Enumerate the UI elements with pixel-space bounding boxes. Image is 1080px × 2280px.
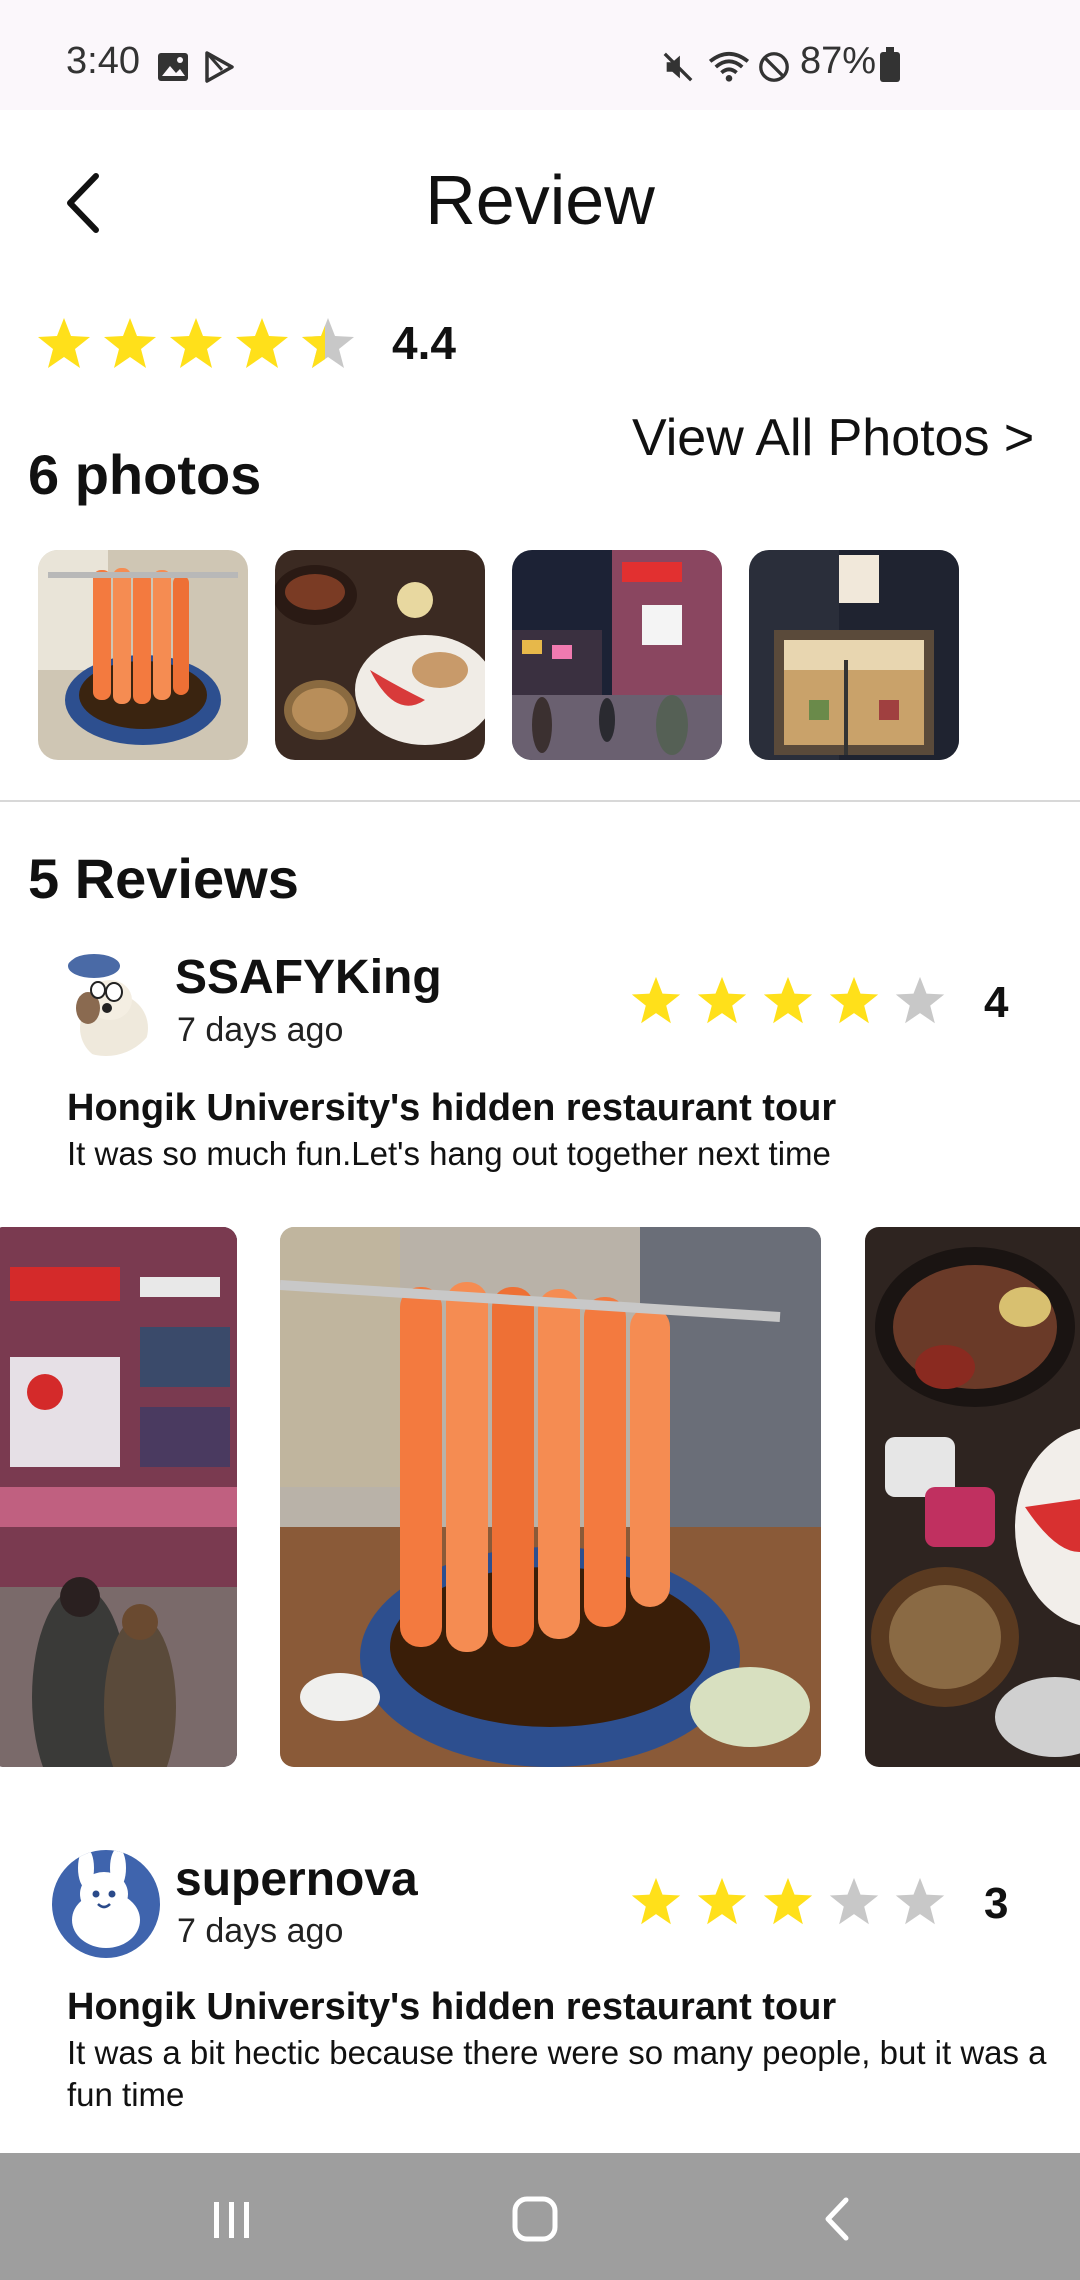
steak-table-photo[interactable] <box>865 1227 1080 1767</box>
half-star-icon <box>302 318 354 368</box>
street-building-photo[interactable] <box>0 1227 237 1767</box>
review-username[interactable]: SSAFYKing <box>175 950 442 1005</box>
recent-apps-icon[interactable] <box>208 2196 256 2244</box>
review-username[interactable]: supernova <box>175 1852 418 1907</box>
empty-star-icon <box>829 1877 879 1925</box>
play-store-icon <box>205 51 234 83</box>
empty-star-icon <box>895 976 945 1024</box>
review-rating-number: 3 <box>984 1879 1009 1928</box>
view-all-photos-link[interactable]: View All Photos > <box>632 408 1034 468</box>
review-star-rating <box>630 1876 950 1932</box>
section-divider <box>0 800 1080 802</box>
block-icon <box>759 52 789 82</box>
star-icon <box>170 318 222 368</box>
steak-platter-photo[interactable] <box>275 550 485 760</box>
review-body: It was a bit hectic because there were s… <box>67 2034 1047 2113</box>
star-icon <box>104 318 156 368</box>
star-icon <box>763 1877 813 1925</box>
wifi-icon <box>708 51 750 82</box>
review-date: 7 days ago <box>177 1912 344 1950</box>
review-date: 7 days ago <box>177 1011 344 1049</box>
avatar[interactable] <box>52 1850 160 1958</box>
summary-star-rating <box>36 316 366 376</box>
average-rating: 4.4 <box>392 317 456 369</box>
star-icon <box>697 976 747 1024</box>
back-icon[interactable] <box>818 2194 858 2244</box>
review-body: It was so much fun.Let's hang out togeth… <box>67 1135 831 1172</box>
star-icon <box>697 1877 747 1925</box>
mute-icon <box>663 52 693 82</box>
reviews-count-heading: 5 Reviews <box>28 847 299 910</box>
star-icon <box>38 318 90 368</box>
battery-icon <box>880 47 900 82</box>
star-icon <box>236 318 288 368</box>
battery-percent: 87% <box>800 40 877 82</box>
review-rating-number: 4 <box>984 978 1009 1027</box>
review-title: Hongik University's hidden restaurant to… <box>67 1986 837 2028</box>
home-icon[interactable] <box>510 2194 560 2244</box>
restaurant-storefront-photo[interactable] <box>749 550 959 760</box>
status-time: 3:40 <box>66 40 140 82</box>
star-icon <box>631 976 681 1024</box>
review-title: Hongik University's hidden restaurant to… <box>67 1087 837 1129</box>
empty-star-icon <box>895 1877 945 1925</box>
street-night-photo[interactable] <box>512 550 722 760</box>
star-icon <box>763 976 813 1024</box>
star-icon <box>631 1877 681 1925</box>
photos-count-heading: 6 photos <box>28 443 262 506</box>
salmon-chopsticks-photo[interactable] <box>280 1227 821 1767</box>
page-title: Review <box>425 161 655 239</box>
review-star-rating <box>630 975 950 1031</box>
salmon-dish-photo[interactable] <box>38 550 248 760</box>
image-icon <box>158 53 188 81</box>
star-icon <box>829 976 879 1024</box>
avatar[interactable] <box>52 948 160 1056</box>
